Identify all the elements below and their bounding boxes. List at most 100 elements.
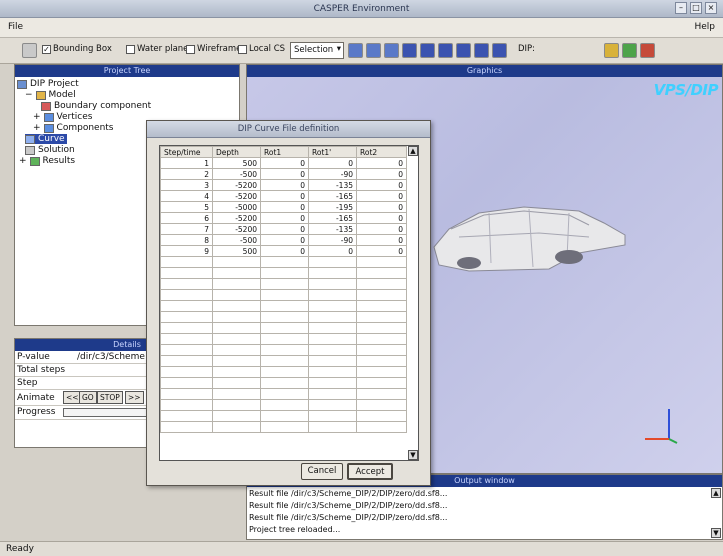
table-cell[interactable]: 0 xyxy=(260,223,309,235)
table-cell[interactable] xyxy=(160,256,213,268)
table-cell[interactable] xyxy=(356,300,407,312)
table-cell[interactable]: 0 xyxy=(260,157,309,169)
collapse-icon[interactable]: − xyxy=(25,90,33,100)
scroll-up-icon[interactable]: ▲ xyxy=(711,488,721,498)
table-cell[interactable]: 0 xyxy=(260,168,309,180)
table-cell[interactable] xyxy=(308,333,357,345)
table-cell[interactable] xyxy=(260,322,309,334)
table-cell[interactable] xyxy=(160,344,213,356)
table-cell[interactable]: -5200 xyxy=(212,212,261,224)
table-cell[interactable] xyxy=(160,322,213,334)
checkbox-icon[interactable] xyxy=(126,44,135,54)
table-cell[interactable] xyxy=(308,410,357,422)
close-icon[interactable]: × xyxy=(705,2,717,14)
table-cell[interactable] xyxy=(160,300,213,312)
table-cell[interactable] xyxy=(212,399,261,411)
table-cell[interactable] xyxy=(356,344,407,356)
table-cell[interactable]: -90 xyxy=(308,168,357,180)
zoom-out-icon[interactable] xyxy=(366,43,381,58)
table-cell[interactable] xyxy=(356,311,407,323)
tree-item-solution[interactable]: Solution xyxy=(25,145,75,155)
local-cs-toggle[interactable]: Local CS xyxy=(238,44,285,54)
table-cell[interactable]: 0 xyxy=(356,245,407,257)
table-cell[interactable] xyxy=(308,421,357,433)
table-cell[interactable] xyxy=(356,410,407,422)
column-header[interactable]: Step/time xyxy=(160,146,213,158)
table-cell[interactable] xyxy=(308,311,357,323)
table-cell[interactable]: 6 xyxy=(160,212,213,224)
expand-icon[interactable]: + xyxy=(19,156,27,166)
table-cell[interactable] xyxy=(356,421,407,433)
table-cell[interactable] xyxy=(308,300,357,312)
tree-item-dip-project[interactable]: DIP Project xyxy=(17,79,79,89)
table-row[interactable]: 3 -5200 0 -135 0 xyxy=(160,179,407,191)
table-cell[interactable]: -5200 xyxy=(212,179,261,191)
table-cell[interactable] xyxy=(356,267,407,279)
table-cell[interactable]: 0 xyxy=(308,245,357,257)
table-cell[interactable]: -90 xyxy=(308,234,357,246)
table-cell[interactable]: 0 xyxy=(260,245,309,257)
table-cell[interactable] xyxy=(212,300,261,312)
table-row[interactable] xyxy=(160,421,407,433)
table-cell[interactable]: 0 xyxy=(308,157,357,169)
table-cell[interactable] xyxy=(260,278,309,290)
run-icon[interactable] xyxy=(604,43,619,58)
table-cell[interactable] xyxy=(260,410,309,422)
table-cell[interactable] xyxy=(212,267,261,279)
scroll-up-icon[interactable]: ▲ xyxy=(408,146,418,156)
table-cell[interactable] xyxy=(160,311,213,323)
table-cell[interactable]: 0 xyxy=(356,201,407,213)
toolbar-tool-icon[interactable] xyxy=(22,43,37,58)
tree-item-curve[interactable]: Curve xyxy=(25,134,67,144)
table-cell[interactable] xyxy=(308,377,357,389)
table-cell[interactable] xyxy=(212,289,261,301)
table-cell[interactable] xyxy=(212,344,261,356)
table-cell[interactable] xyxy=(160,289,213,301)
table-cell[interactable] xyxy=(212,278,261,290)
table-row[interactable] xyxy=(160,344,407,356)
table-row[interactable] xyxy=(160,377,407,389)
table-cell[interactable] xyxy=(356,256,407,268)
go-button[interactable]: GO xyxy=(79,391,97,404)
table-cell[interactable]: -5000 xyxy=(212,201,261,213)
table-cell[interactable] xyxy=(356,333,407,345)
table-cell[interactable] xyxy=(160,388,213,400)
table-cell[interactable]: 0 xyxy=(356,179,407,191)
table-cell[interactable] xyxy=(212,421,261,433)
table-cell[interactable]: 0 xyxy=(260,234,309,246)
table-cell[interactable] xyxy=(212,256,261,268)
tree-item-components[interactable]: + Components xyxy=(33,123,114,133)
view-back-icon[interactable] xyxy=(420,43,435,58)
table-cell[interactable]: 1 xyxy=(160,157,213,169)
table-cell[interactable] xyxy=(356,289,407,301)
table-row[interactable] xyxy=(160,355,407,367)
table-cell[interactable] xyxy=(308,399,357,411)
table-row[interactable] xyxy=(160,322,407,334)
table-cell[interactable] xyxy=(260,344,309,356)
table-cell[interactable] xyxy=(260,256,309,268)
table-cell[interactable]: -500 xyxy=(212,234,261,246)
table-cell[interactable] xyxy=(260,377,309,389)
table-cell[interactable] xyxy=(308,355,357,367)
stop-button[interactable]: STOP xyxy=(97,391,123,404)
table-cell[interactable] xyxy=(356,377,407,389)
column-header[interactable]: Rot1 xyxy=(260,146,309,158)
table-cell[interactable] xyxy=(260,388,309,400)
table-cell[interactable] xyxy=(212,355,261,367)
table-row[interactable] xyxy=(160,278,407,290)
table-row[interactable]: 2 -500 0 -90 0 xyxy=(160,168,407,180)
table-cell[interactable]: 0 xyxy=(356,223,407,235)
view-right-icon[interactable] xyxy=(456,43,471,58)
table-row[interactable] xyxy=(160,366,407,378)
table-cell[interactable] xyxy=(260,366,309,378)
table-cell[interactable]: 500 xyxy=(212,157,261,169)
table-cell[interactable]: -5200 xyxy=(212,223,261,235)
forward-button[interactable]: >> xyxy=(125,391,144,404)
table-cell[interactable] xyxy=(260,300,309,312)
curve-table[interactable]: Step/time Depth Rot1 Rot1' Rot2 1 500 0 0 0 2… xyxy=(159,145,419,461)
table-cell[interactable] xyxy=(160,278,213,290)
table-cell[interactable] xyxy=(356,322,407,334)
table-cell[interactable] xyxy=(308,344,357,356)
table-cell[interactable] xyxy=(308,322,357,334)
table-cell[interactable] xyxy=(308,289,357,301)
